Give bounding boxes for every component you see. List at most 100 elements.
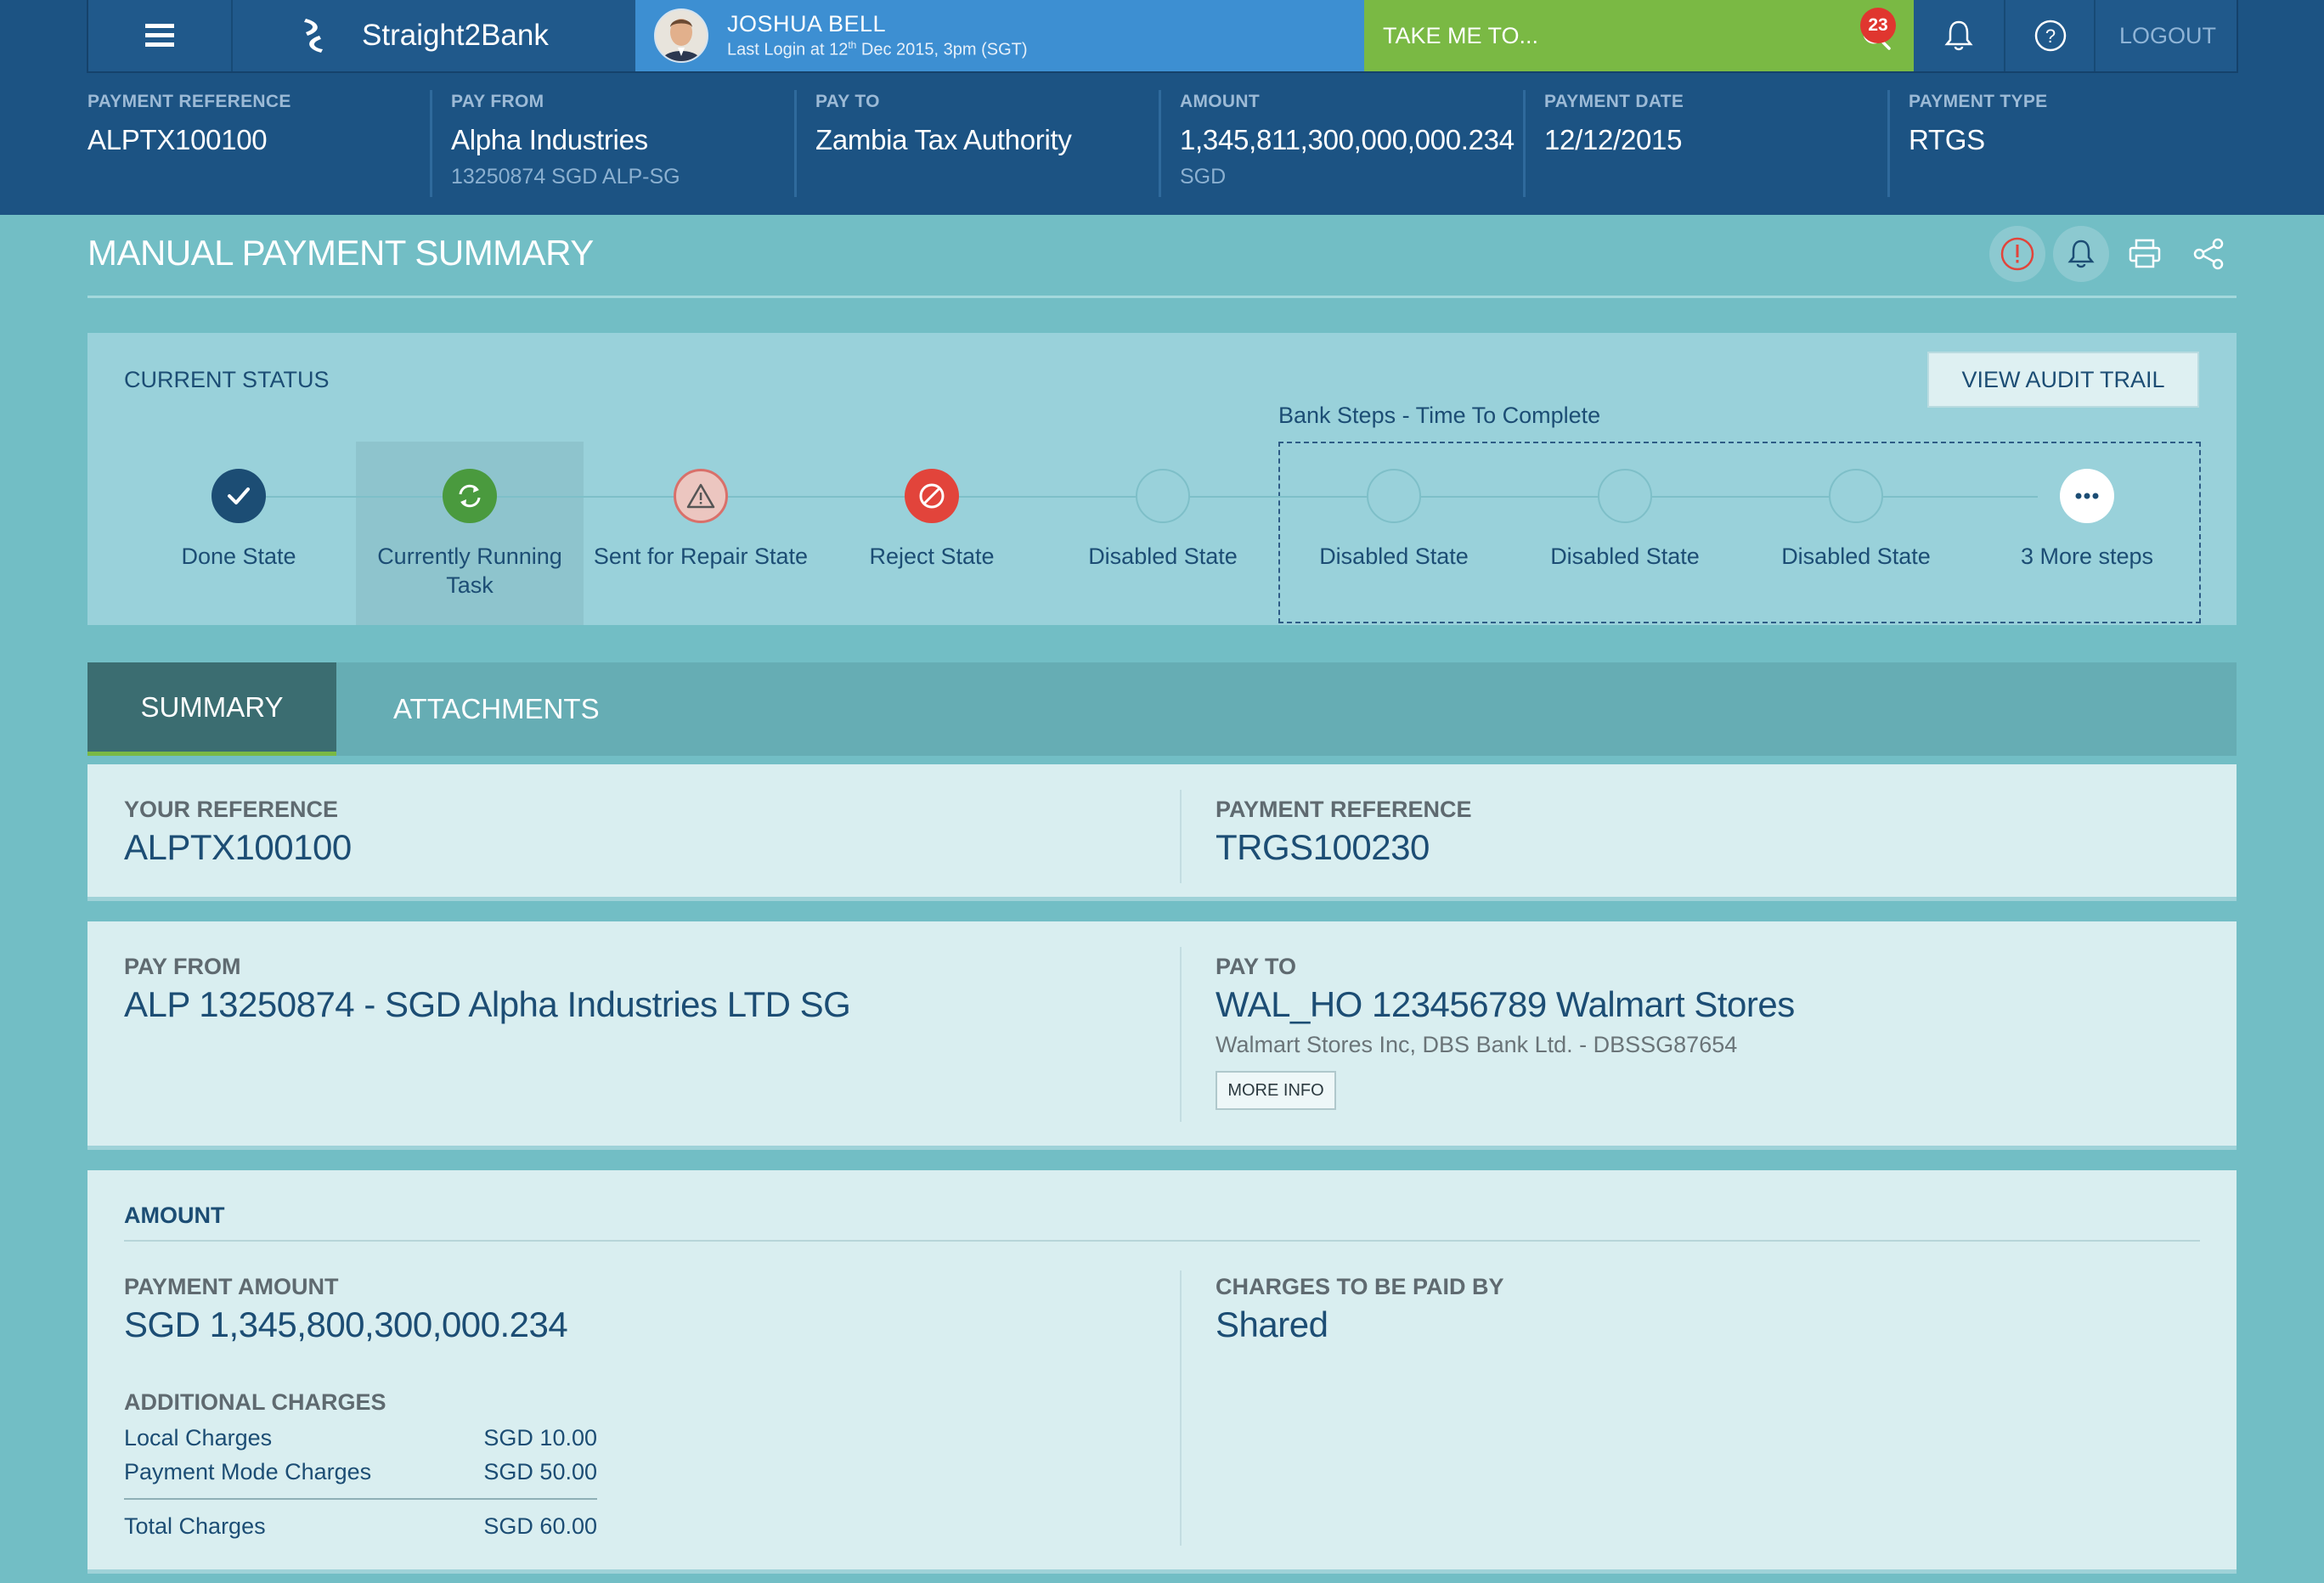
column-divider	[1180, 1270, 1182, 1546]
help-button[interactable]: ?	[2005, 0, 2096, 71]
step-more[interactable]: 3 More steps	[1971, 469, 2203, 571]
page-title: MANUAL PAYMENT SUMMARY	[87, 233, 594, 273]
step-reject[interactable]: Reject State	[816, 469, 1047, 571]
header-divider	[1523, 90, 1526, 197]
charges-paid-by-label: CHARGES TO BE PAID BY	[1216, 1274, 1504, 1299]
status-panel: CURRENT STATUS VIEW AUDIT TRAIL Bank Ste…	[87, 333, 2237, 625]
menu-icon	[145, 24, 174, 48]
header-divider	[1159, 90, 1161, 197]
step-label: Disabled State	[1781, 544, 1931, 569]
payment-reference-label: PAYMENT REFERENCE	[1216, 797, 1472, 822]
pay-to-value: WAL_HO 123456789 Walmart Stores	[1216, 984, 1795, 1024]
tab-bar: SUMMARY ATTACHMENTS	[87, 662, 2237, 756]
current-status-label: CURRENT STATUS	[124, 367, 330, 392]
notifications-button[interactable]	[1914, 0, 2004, 71]
step-label: Reject State	[869, 544, 995, 569]
take-me-to-search[interactable]: TAKE ME TO...	[1364, 0, 1914, 71]
share-button[interactable]	[2180, 226, 2237, 282]
step-repair[interactable]: Sent for Repair State	[585, 469, 816, 571]
amount-section-label: AMOUNT	[124, 1203, 225, 1228]
step-label: Disabled State	[1550, 544, 1700, 569]
your-reference-value: ALPTX100100	[124, 827, 352, 867]
take-me-to-label: TAKE ME TO...	[1383, 22, 1539, 48]
bell-icon	[1944, 20, 1973, 52]
view-audit-trail-button[interactable]: VIEW AUDIT TRAIL	[1927, 352, 2199, 408]
user-name: JOSHUA BELL	[727, 11, 887, 37]
step-disabled: Disabled State	[1740, 469, 1971, 571]
step-done[interactable]: Done State	[123, 469, 354, 571]
subscribe-button[interactable]	[2053, 226, 2109, 282]
your-reference-label: YOUR REFERENCE	[124, 797, 339, 822]
notification-badge: 23	[1860, 8, 1896, 43]
header-pay-from: PAY FROM Alpha Industries 13250874 SGD A…	[451, 92, 680, 189]
additional-charges-label: ADDITIONAL CHARGES	[124, 1389, 386, 1415]
charge-value: SGD 50.00	[483, 1459, 597, 1484]
header-payment-reference: PAYMENT REFERENCE ALPTX100100	[87, 92, 291, 155]
alert-button[interactable]	[1989, 226, 2045, 282]
parties-card: PAY FROM ALP 13250874 - SGD Alpha Indust…	[87, 921, 2237, 1146]
refresh-icon	[443, 469, 497, 523]
check-icon	[212, 469, 266, 523]
charge-name: Local Charges	[124, 1425, 273, 1451]
bank-logo-icon	[301, 17, 326, 54]
step-disabled: Disabled State	[1047, 469, 1278, 571]
empty-step-icon	[1829, 469, 1883, 523]
header-payment-type: PAYMENT TYPE RTGS	[1909, 92, 2048, 155]
warning-icon	[674, 469, 728, 523]
bell-icon	[2067, 238, 2096, 270]
amount-card: AMOUNT PAYMENT AMOUNT SGD 1,345,800,300,…	[87, 1170, 2237, 1569]
pay-from-label: PAY FROM	[124, 954, 241, 979]
step-label: Currently Running Task	[377, 544, 562, 598]
header-pay-to: PAY TO Zambia Tax Authority	[815, 92, 1072, 155]
header-divider	[794, 90, 797, 197]
more-icon	[2060, 469, 2114, 523]
charges-divider	[124, 1498, 597, 1500]
column-divider	[1180, 947, 1182, 1122]
step-label: 3 More steps	[2020, 544, 2154, 569]
reject-icon	[905, 469, 959, 523]
header-payment-date: PAYMENT DATE 12/12/2015	[1544, 92, 1684, 155]
user-panel[interactable]: JOSHUA BELL Last Login at 12th Dec 2015,…	[635, 0, 1364, 71]
share-icon	[2191, 237, 2225, 271]
charge-value: SGD 10.00	[483, 1425, 597, 1451]
logout-button[interactable]: LOGOUT	[2096, 0, 2240, 71]
title-divider	[87, 296, 2237, 298]
more-info-button[interactable]: MORE INFO	[1216, 1071, 1336, 1110]
charge-name: Payment Mode Charges	[124, 1459, 372, 1484]
step-disabled: Disabled State	[1278, 469, 1509, 571]
column-divider	[1180, 790, 1182, 883]
tab-summary[interactable]: SUMMARY	[87, 662, 336, 756]
bank-steps-label: Bank Steps - Time To Complete	[1278, 403, 1601, 428]
step-label: Sent for Repair State	[593, 544, 809, 569]
print-icon	[2128, 239, 2162, 269]
svg-text:?: ?	[2045, 25, 2056, 47]
avatar	[654, 8, 708, 63]
header-divider	[1887, 90, 1890, 197]
last-login: Last Login at 12th Dec 2015, 3pm (SGT)	[727, 39, 1028, 59]
empty-step-icon	[1136, 469, 1190, 523]
pay-to-label: PAY TO	[1216, 954, 1297, 979]
total-charges-label: Total Charges	[124, 1513, 266, 1539]
payment-amount-label: PAYMENT AMOUNT	[124, 1274, 339, 1299]
pay-to-bank: Walmart Stores Inc, DBS Bank Ltd. - DBSS…	[1216, 1032, 1738, 1057]
empty-step-icon	[1598, 469, 1652, 523]
menu-button[interactable]	[88, 0, 231, 71]
section-divider	[124, 1240, 2200, 1242]
alert-icon	[1999, 235, 2036, 273]
header-amount: AMOUNT 1,345,811,300,000,000.234 SGD	[1180, 92, 1515, 189]
tab-attachments[interactable]: ATTACHMENTS	[342, 662, 823, 756]
total-charges-value: SGD 60.00	[483, 1513, 597, 1539]
top-bar: Straight2Bank JOSHUA BELL Last Login at …	[87, 0, 2238, 73]
brand-name: Straight2Bank	[362, 19, 549, 52]
header-divider	[430, 90, 432, 197]
step-label: Disabled State	[1088, 544, 1238, 569]
payment-amount-value: SGD 1,345,800,300,000.234	[124, 1304, 568, 1344]
references-card: YOUR REFERENCE ALPTX100100 PAYMENT REFER…	[87, 764, 2237, 897]
step-label: Disabled State	[1319, 544, 1469, 569]
step-label: Done State	[181, 544, 296, 569]
charges-paid-by-value: Shared	[1216, 1304, 1328, 1344]
print-button[interactable]	[2117, 226, 2173, 282]
step-disabled: Disabled State	[1509, 469, 1740, 571]
help-icon: ?	[2034, 19, 2067, 53]
step-running[interactable]: Currently Running Task	[354, 469, 585, 600]
